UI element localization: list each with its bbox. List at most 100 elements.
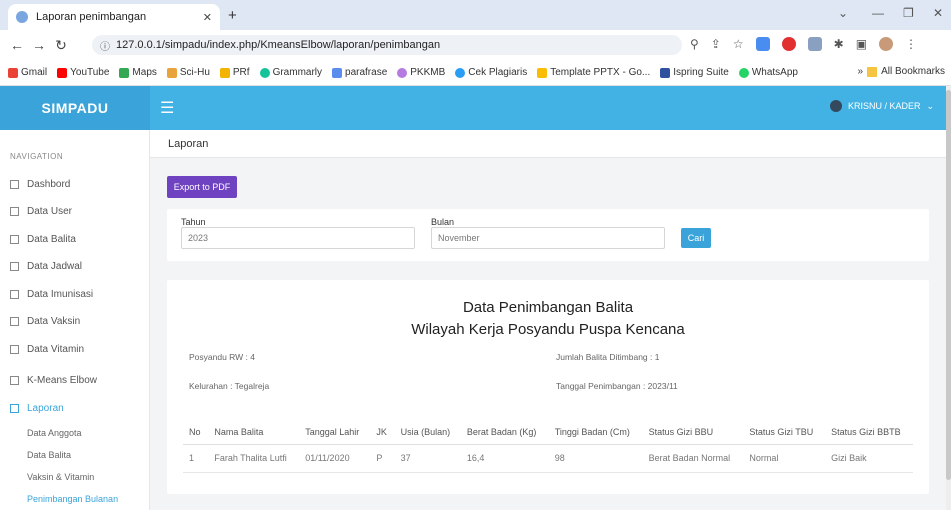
top-navbar: ☰ KRISNU / KADER ⌄ (150, 86, 946, 130)
bookmark-youtube[interactable]: YouTube (57, 67, 109, 78)
sidepanel-icon[interactable]: ▣ (856, 37, 867, 51)
cell-no: 1 (183, 444, 209, 473)
url-text: 127.0.0.1/simpadu/index.php/KmeansElbow/… (116, 39, 441, 51)
col-jk: JK (370, 420, 395, 445)
forward-icon[interactable]: → (28, 37, 50, 53)
address-row: ← → ↻ ⓘ 127.0.0.1/simpadu/index.php/Kmea… (0, 30, 951, 60)
browser-tab-bar: Laporan penimbangan ✕ + ⌄ — ❐ ✕ (0, 0, 951, 30)
close-tab-icon[interactable]: ✕ (203, 11, 212, 24)
bookmark-pkkmb[interactable]: PKKMB (397, 67, 445, 78)
reload-icon[interactable]: ↻ (50, 37, 72, 54)
bookmark-template-pptx[interactable]: Template PPTX - Go... (537, 67, 650, 78)
cell-status-gizi-bbtb: Gizi Baik (825, 444, 913, 473)
sidebar-item-data-user[interactable]: Data User (10, 203, 72, 219)
bookmark-parafrase[interactable]: parafrase (332, 67, 387, 78)
page-scrollbar[interactable] (946, 86, 951, 510)
bookmark-gmail[interactable]: Gmail (8, 67, 47, 78)
youtube-icon (57, 67, 68, 78)
tab-title: Laporan penimbangan (36, 11, 147, 23)
cell-berat-badan: 16,4 (460, 444, 549, 473)
tahun-input[interactable] (181, 227, 415, 249)
sidebar-item-data-jadwal[interactable]: Data Jadwal (10, 258, 82, 274)
sidebar-subitem-data-anggota[interactable]: Data Anggota (27, 428, 82, 438)
sidebar-item-data-balita[interactable]: Data Balita (10, 231, 76, 247)
sidebar-subitem-penimbangan-bulanan[interactable]: Penimbangan Bulanan (27, 494, 118, 504)
parafrase-icon (332, 67, 343, 78)
sidebar-subitem-vaksin-vitamin[interactable]: Vaksin & Vitamin (27, 472, 94, 482)
all-bookmarks[interactable]: » All Bookmarks (858, 66, 945, 77)
app-brand[interactable]: SIMPADU (0, 86, 150, 130)
chevron-down-icon: ⌄ (926, 100, 934, 111)
profile-avatar-icon[interactable] (879, 37, 894, 51)
grid-icon (10, 403, 19, 413)
bookmark-maps[interactable]: Maps (119, 67, 157, 78)
cell-usia: 37 (394, 444, 461, 473)
scrollbar-thumb[interactable] (946, 90, 951, 480)
address-bar[interactable]: ⓘ 127.0.0.1/simpadu/index.php/KmeansElbo… (92, 35, 682, 55)
sidebar-item-data-vaksin[interactable]: Data Vaksin (10, 313, 80, 329)
grid-icon (10, 179, 19, 189)
chevron-double-right-icon: » (857, 66, 864, 77)
sidebar-item-data-imunisasi[interactable]: Data Imunisasi (10, 286, 93, 302)
penimbangan-table: No Nama Balita Tanggal Lahir JK Usia (Bu… (183, 420, 913, 473)
extensions-puzzle-icon[interactable]: ✱ (834, 37, 844, 51)
col-tinggi-badan: Tinggi Badan (Cm) (548, 420, 643, 445)
close-window-icon[interactable]: ✕ (933, 6, 943, 20)
col-berat-badan: Berat Badan (Kg) (460, 420, 549, 445)
ispring-icon (660, 67, 671, 78)
bookmark-scihub[interactable]: Sci-Hu (166, 67, 210, 78)
hamburger-menu-icon[interactable]: ☰ (160, 98, 174, 118)
tanggal-penimbangan-info: Tanggal Penimbangan : 2023/11 (556, 381, 678, 391)
bookmark-ispring[interactable]: Ispring Suite (660, 67, 729, 78)
zoom-icon[interactable]: ⚲ (690, 37, 699, 51)
col-status-gizi-bbu: Status Gizi BBU (642, 420, 744, 445)
bookmark-whatsapp[interactable]: WhatsApp (738, 67, 798, 78)
prf-icon (219, 67, 230, 78)
drive-icon (537, 67, 548, 78)
bookmark-star-icon[interactable]: ☆ (733, 37, 744, 51)
col-nama-balita: Nama Balita (208, 420, 300, 445)
back-icon[interactable]: ← (6, 37, 28, 53)
sidebar-item-kmeans-elbow[interactable]: K-Means Elbow (10, 372, 97, 388)
extension-icon[interactable] (807, 37, 822, 51)
share-icon[interactable]: ⇪ (711, 37, 721, 51)
menu-kebab-icon[interactable]: ⋮ (905, 37, 917, 51)
col-tanggal-lahir: Tanggal Lahir (299, 420, 371, 445)
address-actions: ⚲ ⇪ ☆ ✱ ▣ ⋮ (690, 37, 917, 51)
bookmark-prf[interactable]: PRf (219, 67, 250, 78)
sidebar-item-laporan[interactable]: Laporan (10, 400, 64, 416)
cell-status-gizi-tbu: Normal (743, 444, 826, 473)
kelurahan-info: Kelurahan : Tegalreja (189, 381, 270, 391)
bulan-input[interactable] (431, 227, 665, 249)
sidebar-item-dashbord[interactable]: Dashbord (10, 176, 70, 192)
export-pdf-button[interactable]: Export to PDF (167, 176, 237, 198)
nav-heading: NAVIGATION (10, 152, 64, 161)
table-header-row: No Nama Balita Tanggal Lahir JK Usia (Bu… (183, 420, 913, 445)
scihub-icon (166, 67, 177, 78)
bookmark-grammarly[interactable]: Grammarly (259, 67, 322, 78)
col-status-gizi-tbu: Status Gizi TBU (743, 420, 826, 445)
cell-tanggal-lahir: 01/11/2020 (299, 444, 371, 473)
grid-icon (10, 316, 19, 326)
cari-button[interactable]: Cari (681, 228, 711, 248)
minimize-icon[interactable]: — (872, 6, 884, 20)
whatsapp-icon (738, 67, 749, 78)
opera-extension-icon[interactable] (781, 37, 796, 51)
grid-icon (10, 289, 19, 299)
maximize-icon[interactable]: ❐ (903, 6, 914, 20)
gmail-icon (8, 67, 18, 78)
extension-icon[interactable] (755, 37, 770, 51)
site-info-icon[interactable]: ⓘ (100, 38, 110, 53)
bookmark-cek-plagiaris[interactable]: Cek Plagiaris (455, 67, 527, 78)
bookmarks-bar: Gmail YouTube Maps Sci-Hu PRf Grammarly … (0, 60, 951, 86)
folder-icon (867, 66, 878, 77)
new-tab-icon[interactable]: + (228, 7, 237, 24)
tab-search-icon[interactable]: ⌄ (838, 6, 848, 20)
user-name: KRISNU / KADER (847, 101, 921, 111)
browser-tab[interactable]: Laporan penimbangan ✕ (8, 4, 220, 30)
sidebar-subitem-data-balita[interactable]: Data Balita (27, 450, 71, 460)
jumlah-balita-info: Jumlah Balita Ditimbang : 1 (556, 352, 660, 362)
user-menu[interactable]: KRISNU / KADER ⌄ (829, 100, 934, 112)
page-title: Laporan (150, 130, 946, 158)
sidebar-item-data-vitamin[interactable]: Data Vitamin (10, 341, 84, 357)
